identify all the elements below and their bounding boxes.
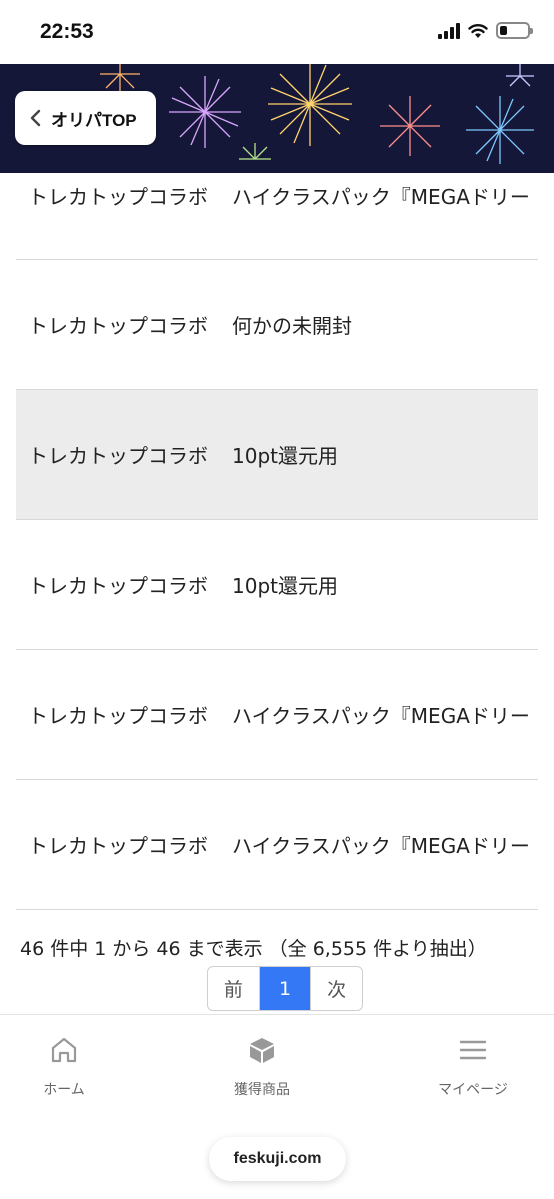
box-icon [250, 1038, 274, 1063]
wifi-icon [468, 23, 488, 38]
battery-icon [496, 22, 533, 39]
status-time: 22:53 [40, 20, 94, 43]
menu-icon [459, 1040, 487, 1060]
header-banner: オリパTOP [0, 64, 554, 173]
pagination-info: 46 件中 1 から 46 まで表示 （全 6,555 件より抽出） [20, 938, 487, 960]
row-item-name: 10pt還元用 [232, 574, 338, 598]
row-store-name: トレカトップコラボ [28, 704, 208, 728]
tab-mypage[interactable]: マイページ [413, 1035, 533, 1099]
tab-home-label: ホーム [43, 1082, 85, 1098]
row-store-name: トレカトップコラボ [28, 834, 208, 858]
row-item-name: 10pt還元用 [232, 444, 338, 468]
row-store-name: トレカトップコラボ [28, 444, 208, 468]
tab-items[interactable]: 獲得商品 [202, 1035, 322, 1099]
prev-page-button[interactable]: 前 [208, 967, 260, 1010]
row-item-name: 何かの未開封 [232, 314, 352, 338]
list-item[interactable]: トレカトップコラボ 10pt還元用 [16, 390, 538, 520]
list-item[interactable]: トレカトップコラボ ハイクラスパック『MEGAドリー [16, 173, 538, 260]
row-store-name: トレカトップコラボ [28, 574, 208, 598]
current-page-button[interactable]: 1 [259, 967, 311, 1010]
status-bar: 22:53 [0, 0, 554, 64]
tab-home[interactable]: ホーム [4, 1035, 124, 1099]
tab-mypage-label: マイページ [438, 1082, 508, 1098]
home-icon [51, 1037, 77, 1063]
row-item-name: ハイクラスパック『MEGAドリー [232, 834, 530, 858]
row-item-name: ハイクラスパック『MEGAドリー [232, 704, 530, 728]
list-item[interactable]: トレカトップコラボ ハイクラスパック『MEGAドリー [16, 650, 538, 780]
cellular-signal-icon [438, 22, 460, 39]
tab-items-label: 獲得商品 [234, 1082, 290, 1098]
chevron-left-icon [30, 109, 41, 127]
list-item[interactable]: トレカトップコラボ ハイクラスパック『MEGAドリー [16, 780, 538, 910]
browser-url-bar[interactable]: feskuji.com [209, 1137, 346, 1181]
list-item[interactable]: トレカトップコラボ 何かの未開封 [16, 260, 538, 390]
list-item[interactable]: トレカトップコラボ 10pt還元用 [16, 520, 538, 650]
pagination: 前 1 次 [207, 966, 363, 1011]
back-button-label: オリパTOP [51, 110, 137, 130]
row-store-name: トレカトップコラボ [28, 314, 208, 338]
row-store-name: トレカトップコラボ [28, 185, 208, 209]
row-item-name: ハイクラスパック『MEGAドリー [232, 185, 530, 209]
back-to-oripa-top-button[interactable]: オリパTOP [15, 91, 156, 145]
status-icons [438, 22, 533, 39]
next-page-button[interactable]: 次 [310, 967, 362, 1010]
prize-list: トレカトップコラボ ハイクラスパック『MEGAドリー トレカトップコラボ 何かの… [16, 173, 538, 910]
